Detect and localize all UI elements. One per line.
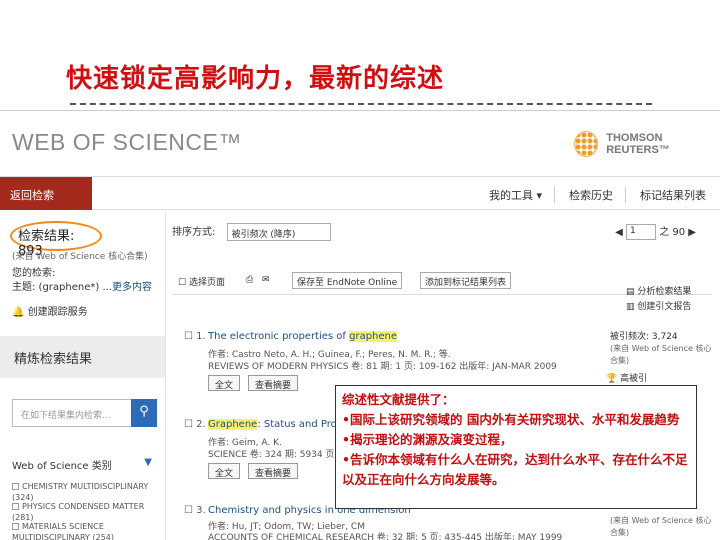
prev-page-icon[interactable]: ◀: [615, 227, 626, 238]
nav-links: 我的工具 ▾ 检索历史 标记结果列表: [489, 187, 706, 203]
list-item: ☐ 3. Chemistry and physics in one dimens…: [172, 505, 712, 540]
checkbox[interactable]: [12, 503, 19, 510]
title-divider: [70, 103, 652, 105]
times-cited: (来自 Web of Science 核心合集): [610, 516, 712, 537]
side-links: ▤ 分析检索结果 ▥ 创建引文报告: [626, 285, 691, 315]
analyze-results-link[interactable]: ▤ 分析检索结果: [626, 285, 691, 300]
left-sidebar: 检索结果: 893 (来自 Web of Science 核心合集) 您的检索:…: [0, 211, 165, 540]
thomson-reuters-text: THOMSON REUTERS™: [606, 132, 670, 156]
your-search: 您的检索: 主题: (graphene*) ...更多内容: [12, 267, 152, 295]
your-search-label: 您的检索:: [12, 268, 56, 279]
thomson-reuters-dots-icon: [574, 131, 599, 157]
trophy-icon: 🏆: [606, 374, 618, 384]
add-to-marked-list-button[interactable]: 添加到标记结果列表: [420, 272, 512, 289]
category-filter-header[interactable]: Web of Science 类别 ▼: [12, 457, 152, 472]
record-source: REVIEWS OF MODERN PHYSICS 卷: 81 期: 1 页: …: [208, 362, 557, 372]
record-number: ☐ 3.: [184, 505, 206, 516]
slide-title: 快速锁定高影响力，最新的综述: [66, 64, 445, 94]
page-number-input[interactable]: 1: [626, 224, 657, 240]
page-total: 之 90: [659, 227, 686, 238]
search-icon[interactable]: ⚲: [131, 399, 157, 427]
wos-logo[interactable]: WEB OF SCIENCE™: [12, 129, 242, 156]
category-item[interactable]: CHEMISTRY MULTIDISCIPLINARY (324): [12, 481, 165, 503]
pager: ◀ 1 之 90 ▶: [615, 223, 696, 240]
marked-list-link[interactable]: 标记结果列表: [640, 187, 706, 203]
next-page-icon[interactable]: ▶: [688, 227, 696, 238]
checkbox[interactable]: [12, 523, 19, 530]
back-to-search-button[interactable]: 返回检索: [0, 177, 92, 210]
review-callout: 综述性文献提供了： •国际上该研究领域的 国内外有关研究现状、水平和发展趋势 •…: [335, 385, 697, 509]
thomson-reuters-logo: THOMSON REUTERS™: [574, 131, 720, 157]
print-icon[interactable]: ⎙: [246, 275, 253, 285]
search-history-link[interactable]: 检索历史: [569, 187, 626, 203]
highly-cited-badge: 🏆 高被引: [606, 374, 648, 384]
fulltext-button[interactable]: 全文: [208, 463, 241, 479]
nav-bar: 返回检索 我的工具 ▾ 检索历史 标记结果列表: [0, 176, 720, 210]
result-source: (来自 Web of Science 核心合集): [12, 252, 148, 262]
refine-results-heading: 精炼检索结果: [0, 336, 165, 378]
sort-label: 排序方式:: [172, 227, 216, 238]
sort-row: 排序方式: 被引频次 (降序): [172, 223, 331, 241]
view-abstract-button[interactable]: 查看摘要: [248, 375, 299, 391]
fulltext-button[interactable]: 全文: [208, 375, 241, 391]
create-alert-link[interactable]: 🔔 创建跟踪服务: [12, 303, 88, 318]
more-content-link[interactable]: 更多内容: [112, 282, 152, 293]
citation-report-link[interactable]: ▥ 创建引文报告: [626, 300, 691, 315]
checkbox[interactable]: [12, 483, 19, 490]
your-search-query: 主题: (graphene*) ...更多内容: [12, 282, 152, 293]
callout-line: •揭示理论的渊源及演变过程，: [342, 432, 513, 447]
bell-icon: 🔔: [12, 307, 28, 318]
record-source: ACCOUNTS OF CHEMICAL RESEARCH 卷: 32 期: 5…: [208, 533, 563, 540]
record-number: ☐ 2.: [184, 419, 206, 430]
category-item[interactable]: MATERIALS SCIENCE MULTIDISCIPLINARY (254…: [12, 521, 165, 540]
save-to-select[interactable]: 保存至 EndNote Online: [292, 272, 403, 289]
wos-header: WEB OF SCIENCE™ THOMSON REUTERS™: [0, 111, 720, 176]
result-count: 检索结果: 893: [10, 221, 102, 259]
times-cited: 被引频次: 3,724 (来自 Web of Science 核心合集): [610, 332, 712, 365]
select-page-checkbox[interactable]: ☐ 选择页面: [178, 275, 225, 288]
callout-line: •国际上该研究领域的 国内外有关研究现状、水平和发展趋势: [342, 412, 680, 427]
callout-line: •告诉你本领域有什么人在研究，达到什么水平、存在什么不足以及正在向什么方向发展等…: [342, 452, 688, 487]
record-title[interactable]: The electronic properties of graphene: [208, 331, 398, 342]
my-tools-menu[interactable]: 我的工具 ▾: [489, 187, 555, 203]
chevron-down-icon[interactable]: ▼: [144, 457, 152, 468]
record-number: ☐ 1.: [184, 331, 206, 342]
sort-select[interactable]: 被引频次 (降序): [226, 223, 331, 241]
category-item[interactable]: PHYSICS CONDENSED MATTER (281): [12, 501, 165, 523]
callout-line: 综述性文献提供了：: [342, 392, 455, 407]
email-icon[interactable]: ✉: [262, 275, 270, 285]
refine-search-input[interactable]: 在如下结果集内检索... ⚲: [12, 399, 157, 427]
view-abstract-button[interactable]: 查看摘要: [248, 463, 299, 479]
